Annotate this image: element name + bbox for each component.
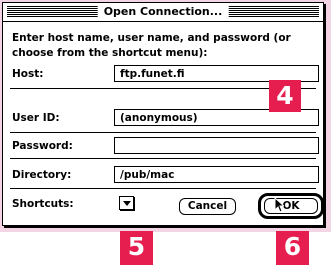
shortcuts-label: Shortcuts: (12, 198, 74, 210)
shortcuts-menu-button[interactable] (119, 196, 134, 210)
instructions-text: Enter host name, user name, and password… (12, 32, 291, 59)
open-connection-dialog: Open Connection... Enter host name, user… (2, 2, 324, 226)
directory-field[interactable] (114, 166, 319, 183)
callout-4: 4 (269, 80, 301, 112)
password-field[interactable] (114, 137, 319, 154)
divider (10, 158, 316, 159)
host-label: Host: (12, 68, 44, 80)
triangle-down-icon (123, 201, 131, 206)
directory-label: Directory: (12, 169, 72, 181)
callout-5: 5 (120, 231, 153, 265)
title-bar[interactable]: Open Connection... (3, 3, 323, 22)
cancel-button[interactable]: Cancel (179, 198, 236, 215)
callout-6: 6 (276, 231, 309, 265)
password-label: Password: (12, 140, 73, 152)
user-id-label: User ID: (12, 112, 60, 124)
divider (10, 132, 316, 133)
window-title: Open Connection... (97, 4, 229, 20)
mouse-pointer-icon (274, 197, 284, 213)
ok-button[interactable]: OK (264, 198, 318, 214)
ok-button-default-ring: OK (258, 193, 324, 219)
divider (10, 188, 316, 189)
